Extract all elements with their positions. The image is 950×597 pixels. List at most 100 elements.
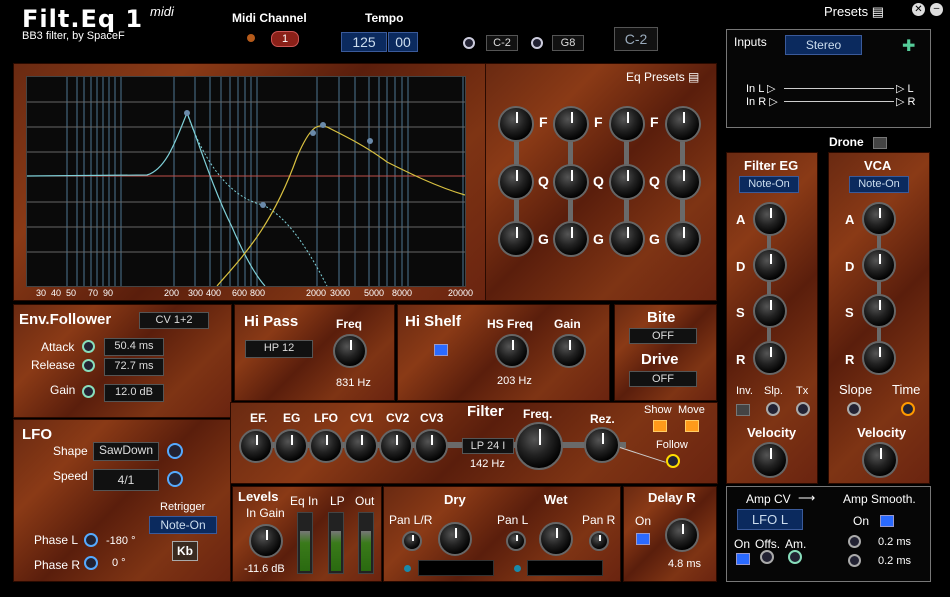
tempo-field[interactable]: 125 — [341, 32, 387, 52]
midi-channel-field[interactable]: 1 — [271, 31, 299, 47]
inputs-mode-field[interactable]: Stereo — [785, 35, 862, 55]
presets-button[interactable]: Presets ▤ — [824, 4, 884, 20]
eq3-gain-knob[interactable] — [609, 221, 645, 257]
eq2-q-knob[interactable] — [553, 164, 589, 200]
lfo-phase-l-knob[interactable] — [84, 533, 98, 547]
filter-move-toggle[interactable] — [685, 420, 699, 432]
lfo-phase-r-knob[interactable] — [84, 556, 98, 570]
filter-show-toggle[interactable] — [653, 420, 667, 432]
lfo-kb-button[interactable]: Kb — [172, 541, 198, 561]
eq2-gain-knob[interactable] — [553, 221, 589, 257]
lfo-phase-l-value: -180 ° — [106, 535, 136, 547]
filter-follow-knob[interactable] — [666, 454, 680, 468]
lfo-shape-knob[interactable] — [167, 443, 183, 459]
vca-slope-knob[interactable] — [847, 402, 861, 416]
eq3-freq-knob[interactable] — [609, 106, 645, 142]
drone-toggle[interactable] — [873, 137, 887, 149]
range-high-field[interactable]: G8 — [552, 35, 584, 51]
dry-level-knob[interactable] — [438, 522, 472, 556]
minimize-button[interactable]: – — [930, 3, 943, 16]
filter-type-field[interactable]: LP 24 I — [462, 438, 514, 454]
filter-cv1-knob[interactable] — [344, 429, 378, 463]
lfo-speed-field[interactable]: 4/1 — [93, 469, 159, 491]
eq1-q-knob[interactable] — [498, 164, 534, 200]
hishelf-gain-knob[interactable] — [552, 334, 586, 368]
vca-attack-knob[interactable] — [862, 202, 896, 236]
amp-on-toggle[interactable] — [736, 553, 750, 565]
wet-level-knob[interactable] — [539, 522, 573, 556]
env-release-knob[interactable] — [82, 359, 95, 372]
eq-presets-button[interactable]: Eq Presets ▤ — [626, 70, 699, 84]
filter-cv3-knob[interactable] — [414, 429, 448, 463]
filter-eg-sustain-knob[interactable] — [753, 294, 787, 328]
filter-eg-velocity-knob[interactable] — [752, 442, 788, 478]
levels-out-meter — [358, 512, 374, 574]
wet-pan-l-knob[interactable] — [506, 531, 526, 551]
drive-field[interactable]: OFF — [629, 371, 697, 387]
vca-trigger-field[interactable]: Note-On — [849, 176, 909, 193]
tempo-frac-field[interactable]: 00 — [388, 32, 418, 52]
eq2-freq-knob[interactable] — [553, 106, 589, 142]
env-release-field[interactable]: 72.7 ms — [104, 358, 164, 376]
env-source-field[interactable]: CV 1+2 — [139, 312, 209, 329]
eq4-q-knob[interactable] — [665, 164, 701, 200]
filter-freq-knob[interactable] — [515, 422, 563, 470]
vca-release-knob[interactable] — [862, 341, 896, 375]
dry-pan-knob[interactable] — [402, 531, 422, 551]
eq-q-label: Q — [649, 173, 660, 189]
amp-smooth-1-knob[interactable] — [848, 535, 861, 548]
filter-ef-knob[interactable] — [239, 429, 273, 463]
filter-eg-inv-toggle[interactable] — [736, 404, 750, 416]
levels-in-gain-knob[interactable] — [249, 524, 283, 558]
bite-field[interactable]: OFF — [629, 328, 697, 344]
hipass-type-field[interactable]: HP 12 — [245, 340, 313, 358]
eq4-gain-knob[interactable] — [665, 221, 701, 257]
filter-eg-release-knob[interactable] — [753, 341, 787, 375]
range-low-knob-icon[interactable] — [463, 37, 475, 49]
filter-lfo-knob[interactable] — [309, 429, 343, 463]
amp-smooth-2-knob[interactable] — [848, 554, 861, 567]
hishelf-freq-knob[interactable] — [495, 334, 529, 368]
range-high-knob-icon[interactable] — [531, 37, 543, 49]
routing-icon[interactable]: ✚ — [902, 36, 915, 56]
delay-on-toggle[interactable] — [636, 533, 650, 545]
filter-eg-tx-knob[interactable] — [796, 402, 810, 416]
amp-offs-knob[interactable] — [760, 550, 774, 564]
filter-eg-trigger-field[interactable]: Note-On — [739, 176, 799, 193]
env-attack-knob[interactable] — [82, 340, 95, 353]
vca-velocity-knob[interactable] — [862, 442, 898, 478]
vca-sustain-knob[interactable] — [862, 294, 896, 328]
filter-eg-slope-knob[interactable] — [766, 402, 780, 416]
eq-graph[interactable] — [26, 76, 466, 287]
env-attack-field[interactable]: 50.4 ms — [104, 338, 164, 356]
amp-am-knob[interactable] — [788, 550, 802, 564]
filter-cv2-knob[interactable] — [379, 429, 413, 463]
delay-time-knob[interactable] — [665, 518, 699, 552]
wet-pan-r-knob[interactable] — [589, 531, 609, 551]
close-button[interactable]: ✕ — [912, 3, 925, 16]
hishelf-toggle[interactable] — [434, 344, 448, 356]
filter-rez-knob[interactable] — [584, 427, 620, 463]
lfo-shape-field[interactable]: SawDown — [93, 442, 159, 461]
range-low-field[interactable]: C-2 — [486, 35, 518, 51]
eq3-q-knob[interactable] — [609, 164, 645, 200]
amp-source-field[interactable]: LFO L — [737, 509, 803, 530]
eq1-gain-knob[interactable] — [498, 221, 534, 257]
vca-time-knob[interactable] — [901, 402, 915, 416]
lfo-speed-knob[interactable] — [167, 471, 183, 487]
vca-a-label: A — [845, 212, 855, 227]
amp-smooth-on-toggle[interactable] — [880, 515, 894, 527]
env-gain-knob[interactable] — [82, 385, 95, 398]
env-gain-field[interactable]: 12.0 dB — [104, 384, 164, 402]
levels-out-label: Out — [355, 494, 375, 508]
filter-eg-attack-knob[interactable] — [753, 202, 787, 236]
hipass-freq-knob[interactable] — [333, 334, 367, 368]
filter-eg-knob[interactable] — [274, 429, 308, 463]
note-field[interactable]: C-2 — [614, 27, 658, 51]
lfo-shape-label: Shape — [53, 444, 88, 458]
lfo-retrigger-field[interactable]: Note-On — [149, 516, 217, 534]
filter-eg-decay-knob[interactable] — [753, 248, 787, 282]
eq1-freq-knob[interactable] — [498, 106, 534, 142]
vca-decay-knob[interactable] — [862, 248, 896, 282]
eq4-freq-knob[interactable] — [665, 106, 701, 142]
